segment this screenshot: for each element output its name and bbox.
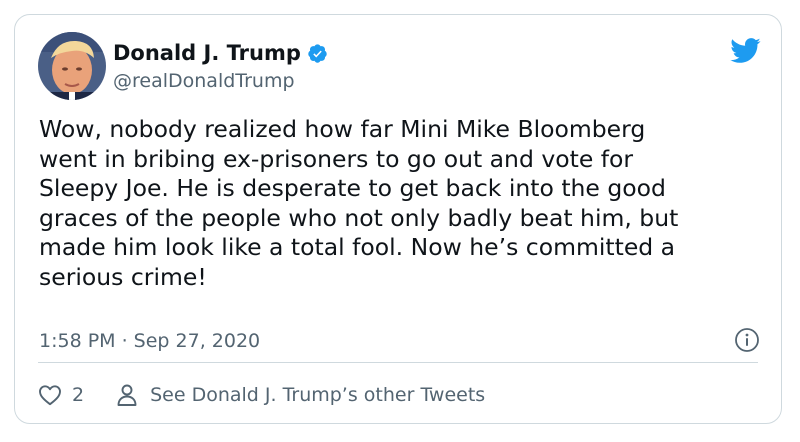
heart-icon: [38, 384, 62, 406]
divider: [38, 362, 758, 363]
like-button[interactable]: 2: [38, 383, 84, 407]
twitter-bird-icon[interactable]: [729, 37, 761, 68]
verified-badge-icon: [307, 43, 328, 64]
see-other-tweets-link[interactable]: See Donald J. Trump’s other Tweets: [116, 383, 485, 407]
tweet-card: Donald J. Trump @realDonaldTrump Wow, no…: [14, 14, 782, 424]
avatar[interactable]: [38, 32, 106, 100]
see-other-tweets-label: See Donald J. Trump’s other Tweets: [150, 384, 486, 406]
tweet-timestamp[interactable]: 1:58 PM · Sep 27, 2020: [39, 329, 260, 353]
author-display-name[interactable]: Donald J. Trump: [113, 40, 301, 66]
tweet-text: Wow, nobody realized how far Mini Mike B…: [39, 115, 679, 291]
like-count: 2: [72, 384, 85, 406]
author-name-row: Donald J. Trump: [113, 40, 328, 66]
person-icon: [116, 383, 138, 407]
avatar-image: [38, 32, 106, 100]
info-icon[interactable]: [734, 327, 760, 353]
author-handle[interactable]: @realDonaldTrump: [113, 69, 295, 93]
tweet-actions: 2 See Donald J. Trump’s other Tweets: [38, 383, 485, 407]
